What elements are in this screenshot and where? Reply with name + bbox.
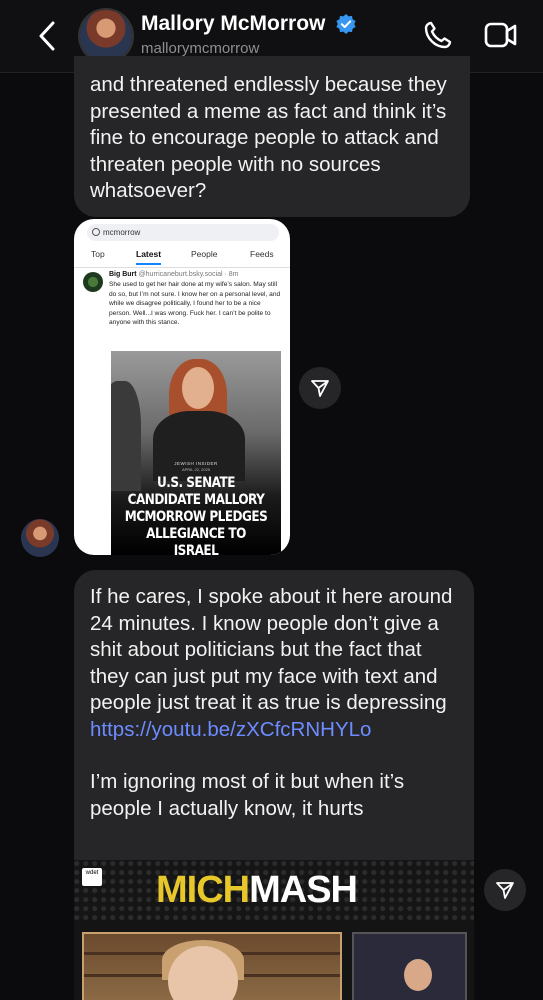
avatar <box>83 272 103 292</box>
youtube-link[interactable]: https://youtu.be/zXCfcRNHYLo <box>90 718 371 741</box>
search-bar: mcmorrow <box>87 224 279 241</box>
message-text: and threatened endlessly because they pr… <box>90 73 447 202</box>
divider <box>74 267 290 268</box>
image-headline: U.S. SENATE CANDIDATE MALLORY MCMORROW P… <box>124 475 268 555</box>
message-text: If he cares, I spoke about it here aroun… <box>90 585 453 820</box>
video-thumbnail <box>352 932 467 1000</box>
video-thumbnail <box>82 932 342 1000</box>
send-icon <box>311 380 329 397</box>
search-icon <box>92 228 100 236</box>
back-icon[interactable] <box>34 20 62 52</box>
tab-latest: Latest <box>136 249 162 265</box>
video-title: MICHMASH <box>156 869 358 911</box>
avatar[interactable] <box>21 519 59 557</box>
image-source: JEWISH INSIDER <box>174 461 218 466</box>
link-preview-card[interactable]: wdet MICHMASH <box>74 860 474 1000</box>
post-image: JEWISH INSIDER APRIL 22, 2025 U.S. SENAT… <box>111 351 281 555</box>
post-author: Big Burt @hurricaneburt.bsky.social · 8m <box>109 271 239 278</box>
image-date: APRIL 22, 2025 <box>181 467 211 472</box>
avatar[interactable] <box>80 10 132 62</box>
share-button[interactable] <box>484 869 526 911</box>
phone-call-icon[interactable] <box>423 20 453 50</box>
verified-badge-icon <box>336 14 356 34</box>
message-bubble[interactable]: and threatened endlessly because they pr… <box>74 56 470 217</box>
tab-feeds: Feeds <box>250 249 274 259</box>
tab-top: Top <box>91 249 105 259</box>
tab-people: People <box>191 249 218 259</box>
share-button[interactable] <box>299 367 341 409</box>
send-icon <box>496 882 514 899</box>
post-text: She used to get her hair done at my wife… <box>109 281 281 327</box>
wdet-logo: wdet <box>82 868 102 886</box>
message-bubble[interactable]: If he cares, I spoke about it here aroun… <box>74 570 474 1000</box>
video-call-icon[interactable] <box>484 20 518 50</box>
contact-handle[interactable]: mallorymcmorrow <box>141 40 259 57</box>
contact-name[interactable]: Mallory McMorrow <box>141 12 325 36</box>
shared-image-message[interactable]: mcmorrow Top Latest People Feeds Big Bur… <box>74 219 290 555</box>
feed-tabs: Top Latest People Feeds <box>74 249 290 267</box>
